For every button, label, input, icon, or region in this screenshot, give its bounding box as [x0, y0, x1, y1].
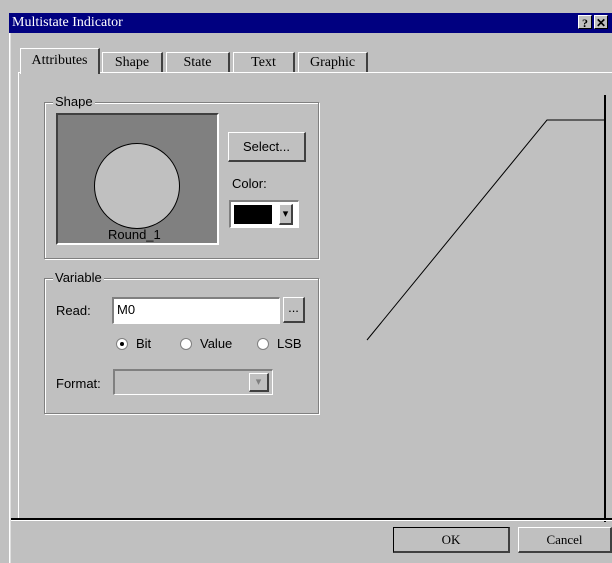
dialog-window: Multistate Indicator ? ✕ Attributes Shap…: [0, 0, 612, 563]
tab-attributes[interactable]: Attributes: [20, 48, 100, 74]
callout-line: [366, 119, 604, 341]
ok-button[interactable]: OK: [393, 527, 510, 553]
cancel-button[interactable]: Cancel: [518, 527, 612, 553]
